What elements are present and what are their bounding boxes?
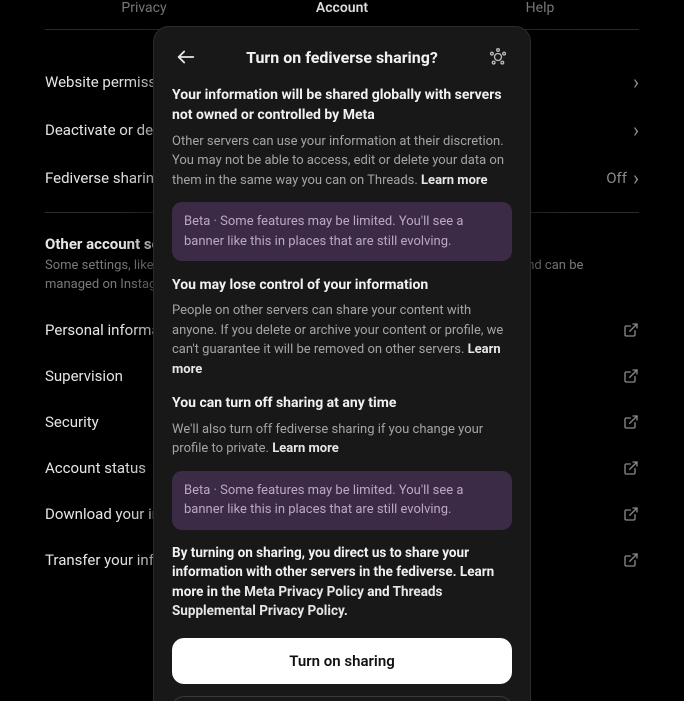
modal-overlay: Turn on fediverse sharing? Your informat… [0, 0, 684, 701]
modal-title: Turn on fediverse sharing? [200, 48, 484, 67]
text: People on other servers can share your c… [172, 303, 503, 357]
fediverse-icon-button[interactable] [484, 43, 512, 71]
fediverse-icon [488, 47, 508, 67]
modal-section-body: People on other servers can share your c… [172, 301, 512, 379]
text: and [364, 584, 393, 600]
modal-section-body: We'll also turn off fediverse sharing if… [172, 420, 512, 459]
learn-more-link[interactable]: Learn more [272, 441, 339, 456]
modal-footer-text: By turning on sharing, you direct us to … [172, 544, 512, 622]
keep-sharing-off-button[interactable]: Keep sharing off [172, 696, 512, 701]
beta-banner: Beta · Some features may be limited. You… [172, 471, 512, 530]
turn-on-sharing-button[interactable]: Turn on sharing [172, 638, 512, 684]
modal-section-heading: Your information will be shared globally… [172, 85, 512, 126]
back-button[interactable] [172, 43, 200, 71]
beta-banner: Beta · Some features may be limited. You… [172, 202, 512, 261]
modal-section-body: Other servers can use your information a… [172, 132, 512, 191]
modal-section-heading: You can turn off sharing at any time [172, 393, 512, 413]
arrow-left-icon [175, 46, 197, 68]
meta-privacy-policy-link[interactable]: Meta Privacy Policy [244, 584, 364, 600]
learn-more-link[interactable]: Learn more [421, 173, 488, 188]
text: . [344, 603, 348, 619]
fediverse-modal: Turn on fediverse sharing? Your informat… [153, 26, 531, 701]
modal-section-heading: You may lose control of your information [172, 275, 512, 295]
